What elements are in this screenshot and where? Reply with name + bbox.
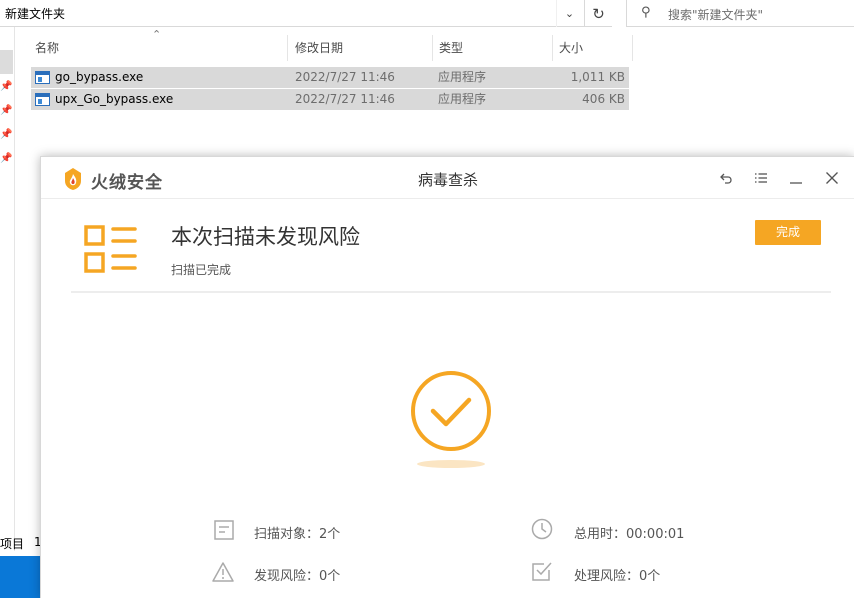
column-header-date[interactable]: 修改日期 (295, 35, 343, 61)
navigation-pane: 📌 📌 📌 📌 (0, 27, 15, 551)
refresh-icon[interactable]: ↻ (584, 0, 612, 27)
pin-icon[interactable]: 📌 (0, 153, 12, 167)
column-divider[interactable] (632, 35, 633, 61)
clock-icon (531, 518, 553, 540)
back-icon[interactable] (714, 166, 738, 190)
file-name: go_bypass.exe (55, 70, 144, 84)
file-name: upx_Go_bypass.exe (55, 92, 174, 106)
column-header-name[interactable]: 名称 (35, 35, 59, 61)
status-item-count: 个项目 (0, 537, 25, 551)
file-row[interactable]: go_bypass.exe 2022/7/27 11:46 应用程序 1,011… (31, 67, 629, 88)
nav-selected-item[interactable] (0, 50, 13, 74)
file-date: 2022/7/27 11:46 (295, 70, 395, 84)
column-divider[interactable] (432, 35, 433, 61)
column-divider[interactable] (552, 35, 553, 61)
search-input[interactable]: ⚲ 搜索"新建文件夹" (626, 0, 854, 27)
pin-icon[interactable]: 📌 (0, 105, 12, 119)
file-date: 2022/7/27 11:46 (295, 92, 395, 106)
column-divider[interactable] (287, 35, 288, 61)
file-row[interactable]: upx_Go_bypass.exe 2022/7/27 11:46 应用程序 4… (31, 89, 629, 110)
menu-icon[interactable] (749, 166, 773, 190)
file-size: 1,011 KB (570, 70, 625, 84)
success-check-icon (411, 371, 491, 468)
warning-icon (212, 562, 234, 582)
found-risks-stat: 发现风险：0个 (254, 569, 341, 584)
search-icon: ⚲ (641, 5, 651, 20)
pin-icon[interactable]: 📌 (0, 81, 12, 95)
pin-icon[interactable]: 📌 (0, 129, 12, 143)
handled-check-icon (532, 562, 552, 581)
done-button[interactable]: 完成 (755, 220, 821, 245)
address-bar[interactable]: 新建文件夹 ⌄ ↻ (0, 0, 612, 27)
total-time-stat: 总用时：00:00:01 (574, 527, 685, 542)
sort-ascending-icon: ⌃ (152, 28, 162, 41)
address-history-dropdown-icon[interactable]: ⌄ (556, 0, 582, 27)
file-type: 应用程序 (438, 70, 487, 84)
scan-objects-stat: 扫描对象：2个 (254, 527, 341, 542)
taskbar-fragment (0, 556, 40, 598)
scan-result-title: 本次扫描未发现风险 (171, 225, 360, 249)
huorong-scan-dialog: 火绒安全 病毒查杀 本次扫描未发现风险 扫描已完成 完成 扫描对象：2个 总用时… (40, 156, 854, 598)
close-icon[interactable] (820, 166, 844, 190)
exe-file-icon (35, 93, 50, 106)
scan-objects-icon (214, 520, 234, 540)
search-placeholder: 搜索"新建文件夹" (668, 8, 764, 22)
handled-risks-stat: 处理风险：0个 (574, 569, 661, 584)
scan-report-icon (84, 225, 137, 273)
scan-status-text: 扫描已完成 (171, 263, 232, 277)
exe-file-icon (35, 71, 50, 84)
column-header-size[interactable]: 大小 (559, 35, 583, 61)
file-size: 406 KB (582, 92, 625, 106)
column-header-type[interactable]: 类型 (439, 35, 463, 61)
dialog-titlebar[interactable]: 火绒安全 病毒查杀 (41, 157, 854, 199)
address-path[interactable]: 新建文件夹 (5, 5, 65, 22)
file-type: 应用程序 (438, 92, 487, 106)
section-divider (71, 291, 831, 293)
minimize-icon[interactable] (784, 166, 808, 190)
